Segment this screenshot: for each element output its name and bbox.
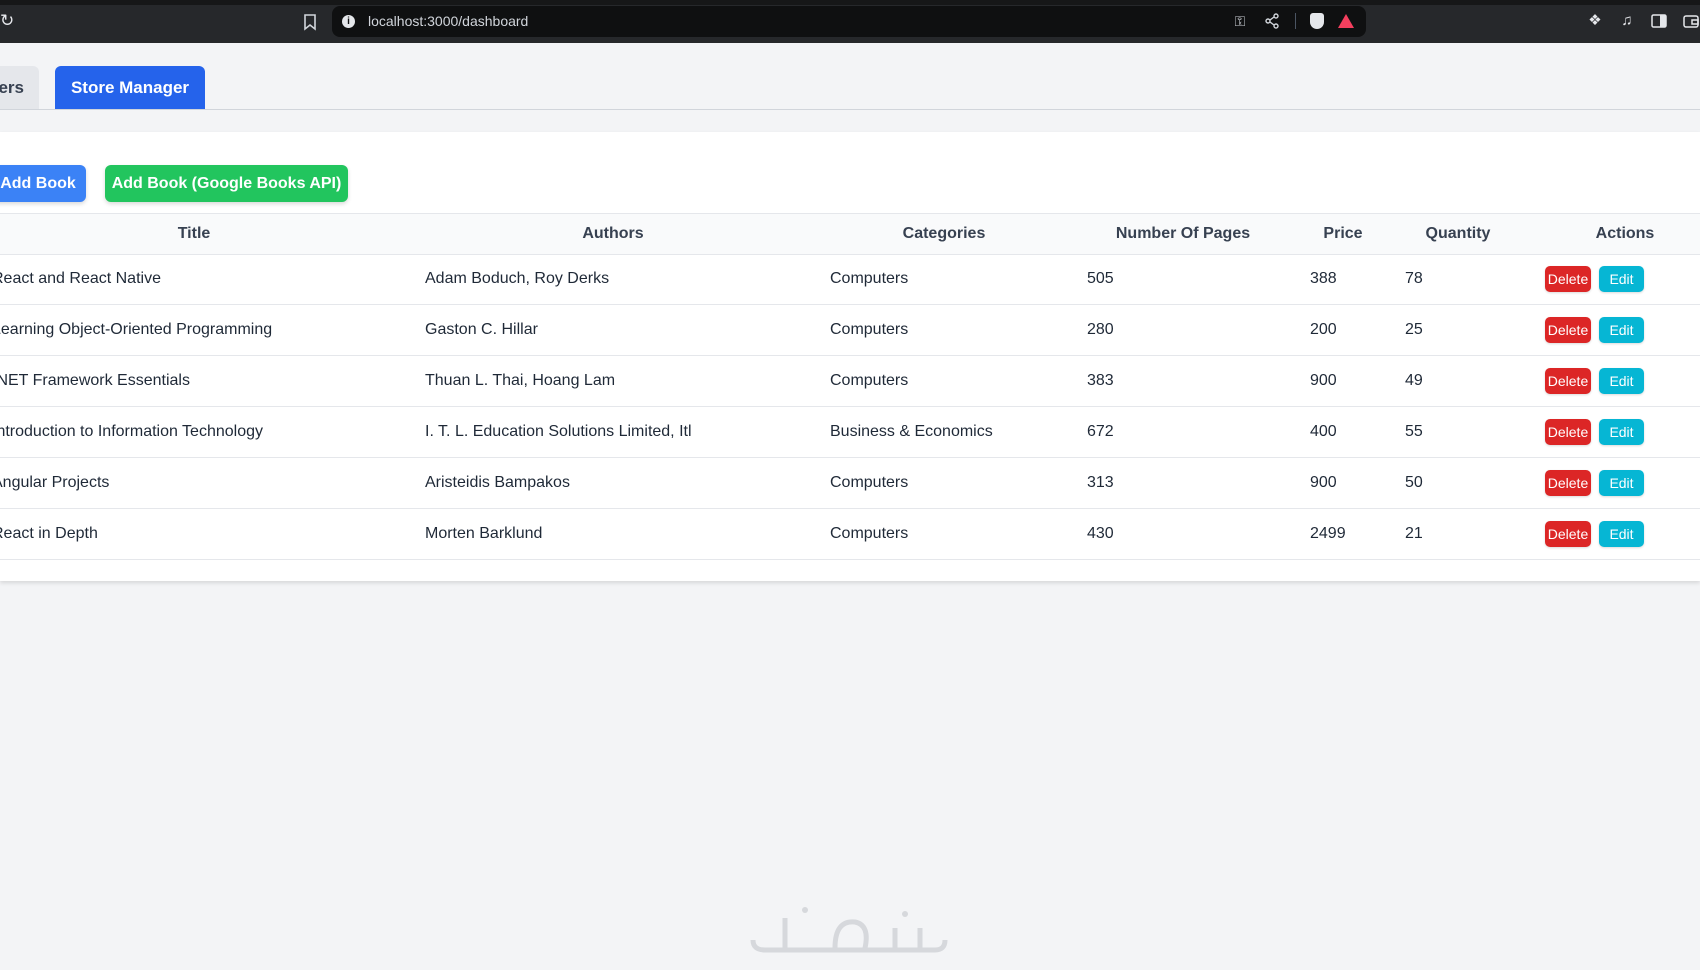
reload-icon[interactable]: ↻ xyxy=(0,12,18,30)
edit-button[interactable]: Edit xyxy=(1599,419,1644,445)
cell-price: 900 xyxy=(1310,372,1337,389)
cell-price: 388 xyxy=(1310,270,1337,287)
tab-strip xyxy=(0,0,1700,5)
cell-price: 2499 xyxy=(1310,525,1346,542)
header-pages: Number Of Pages xyxy=(1115,225,1251,242)
table-row: React and React Native Adam Boduch, Roy D… xyxy=(0,254,1700,305)
url-text[interactable]: localhost:3000/dashboard xyxy=(368,13,528,29)
edit-button[interactable]: Edit xyxy=(1599,368,1644,394)
wallet-icon[interactable] xyxy=(1682,12,1700,30)
cell-authors: I. T. L. Education Solutions Limited, It… xyxy=(425,423,692,440)
cell-title: Angular Projects xyxy=(0,474,110,491)
cell-price: 200 xyxy=(1310,321,1337,338)
cell-authors: Gaston C. Hillar xyxy=(425,321,538,338)
cell-categories: Computers xyxy=(830,321,909,338)
cell-categories: Computers xyxy=(830,474,909,491)
header-quantity: Quantity xyxy=(1425,225,1491,242)
edit-button[interactable]: Edit xyxy=(1599,470,1644,496)
media-icon[interactable]: ♫ xyxy=(1618,12,1636,30)
cell-quantity: 50 xyxy=(1405,474,1423,491)
table-row: .NET Framework Essentials Thuan L. Thai, … xyxy=(0,356,1700,407)
divider xyxy=(1295,13,1296,29)
cell-categories: Computers xyxy=(830,372,909,389)
table-row: Learning Object-Oriented Programming Gast… xyxy=(0,305,1700,356)
cell-price: 900 xyxy=(1310,474,1337,491)
cell-title: React and React Native xyxy=(0,270,161,287)
cell-authors: Thuan L. Thai, Hoang Lam xyxy=(425,372,616,389)
delete-button[interactable]: Delete xyxy=(1545,521,1591,547)
cell-quantity: 21 xyxy=(1405,525,1423,542)
edit-button[interactable]: Edit xyxy=(1599,266,1644,292)
delete-button[interactable]: Delete xyxy=(1545,368,1591,394)
delete-button[interactable]: Delete xyxy=(1545,470,1591,496)
browser-toolbar: ↻ i localhost:3000/dashboard ⚿ ❖ ♫ xyxy=(0,0,1700,43)
cell-pages: 313 xyxy=(1087,474,1114,491)
store-manager-panel: Add Book Add Book (Google Books API) Tit… xyxy=(0,132,1700,581)
cell-title: Introduction to Information Technology xyxy=(0,423,263,440)
key-icon[interactable]: ⚿ xyxy=(1231,12,1249,30)
delete-button[interactable]: Delete xyxy=(1545,419,1591,445)
tab-store-manager[interactable]: Store Manager xyxy=(55,66,205,109)
address-bar[interactable]: i localhost:3000/dashboard ⚿ xyxy=(332,6,1366,37)
cell-price: 400 xyxy=(1310,423,1337,440)
sidebar-icon[interactable] xyxy=(1650,12,1668,30)
info-icon[interactable]: i xyxy=(342,15,355,28)
tab-previous[interactable]: ers xyxy=(0,66,39,109)
header-actions: Actions xyxy=(1595,225,1655,242)
cell-quantity: 78 xyxy=(1405,270,1423,287)
cell-authors: Aristeidis Bampakos xyxy=(425,474,570,491)
delete-button[interactable]: Delete xyxy=(1545,266,1591,292)
brave-rewards-icon[interactable] xyxy=(1338,14,1354,28)
cell-title: React in Depth xyxy=(0,525,98,542)
extensions-icon[interactable]: ❖ xyxy=(1586,12,1604,30)
cell-pages: 383 xyxy=(1087,372,1114,389)
cell-pages: 505 xyxy=(1087,270,1114,287)
cell-authors: Morten Barklund xyxy=(425,525,543,542)
cell-authors: Adam Boduch, Roy Derks xyxy=(425,270,610,287)
header-price: Price xyxy=(1323,225,1363,242)
cell-pages: 280 xyxy=(1087,321,1114,338)
cell-categories: Business & Economics xyxy=(830,423,993,440)
table-row: Introduction to Information Technology I.… xyxy=(0,407,1700,458)
cell-categories: Computers xyxy=(830,525,909,542)
edit-button[interactable]: Edit xyxy=(1599,521,1644,547)
cell-categories: Computers xyxy=(830,270,909,287)
header-title: Title xyxy=(177,225,211,242)
cell-quantity: 55 xyxy=(1405,423,1423,440)
cell-quantity: 49 xyxy=(1405,372,1423,389)
tab-bar: ers Store Manager xyxy=(0,43,1700,110)
table-row: React in Depth Morten Barklund Computers 43… xyxy=(0,509,1700,560)
cell-title: Learning Object-Oriented Programming xyxy=(0,321,273,338)
add-book-google-button[interactable]: Add Book (Google Books API) xyxy=(105,165,348,202)
brave-shield-icon[interactable] xyxy=(1310,13,1324,29)
cell-quantity: 25 xyxy=(1405,321,1423,338)
cell-title: .NET Framework Essentials xyxy=(0,372,190,389)
edit-button[interactable]: Edit xyxy=(1599,317,1644,343)
cell-pages: 430 xyxy=(1087,525,1114,542)
watermark-logo xyxy=(750,907,948,953)
add-book-button[interactable]: Add Book xyxy=(0,165,86,202)
bookmark-icon[interactable] xyxy=(302,13,318,31)
share-icon[interactable] xyxy=(1263,12,1281,30)
header-authors: Authors xyxy=(582,225,644,242)
table-row: Angular Projects Aristeidis Bampakos Compu… xyxy=(0,458,1700,509)
cell-pages: 672 xyxy=(1087,423,1114,440)
header-categories: Categories xyxy=(902,225,986,242)
delete-button[interactable]: Delete xyxy=(1545,317,1591,343)
table-header: Title Authors Categories Number Of Pages… xyxy=(0,213,1700,255)
